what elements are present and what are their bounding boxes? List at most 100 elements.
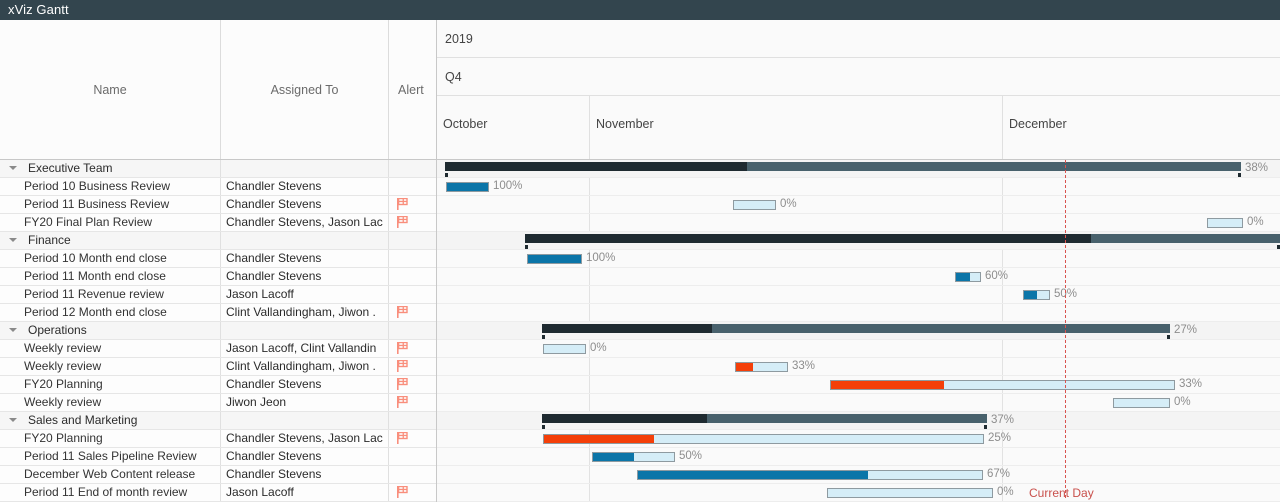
timeline-month-label: December (1009, 117, 1067, 131)
grid-task-row[interactable]: FY20 Planning Chandler Stevens, Jason Lac (0, 430, 436, 448)
summary-bar-progress (445, 162, 748, 171)
column-header-assigned-to-label: Assigned To (270, 82, 339, 97)
cell-assigned-to: Chandler Stevens (221, 376, 389, 393)
progress-label: 33% (792, 360, 816, 372)
grid-task-row[interactable]: FY20 Planning Chandler Stevens (0, 376, 436, 394)
timeline-task-row: 33% (437, 358, 1280, 376)
summary-bar[interactable] (542, 414, 987, 429)
grid-task-row[interactable]: Period 11 Month end close Chandler Steven… (0, 268, 436, 286)
summary-bar[interactable] (542, 324, 1170, 339)
timeline-month-november: November (589, 96, 1002, 159)
cell-alert (389, 322, 437, 339)
grid-group-row[interactable]: Operations (0, 322, 436, 340)
alert-flag-icon[interactable] (397, 395, 408, 408)
progress-label: 67% (987, 468, 1011, 480)
cell-assigned-to: Chandler Stevens (221, 196, 389, 213)
timeline-task-row (437, 304, 1280, 322)
grid-task-row[interactable]: Period 10 Month end close Chandler Steven… (0, 250, 436, 268)
cell-alert (389, 430, 437, 447)
grid-task-row[interactable]: December Web Content release Chandler Ste… (0, 466, 436, 484)
timeline-task-row: 25% (437, 430, 1280, 448)
progress-label: 33% (1179, 378, 1203, 390)
cell-assigned-to (221, 160, 389, 177)
cell-assigned-to: Chandler Stevens (221, 268, 389, 285)
grid-task-row[interactable]: Period 12 Month end close Clint Vallandin… (0, 304, 436, 322)
alert-flag-icon[interactable] (397, 359, 408, 372)
task-bar[interactable] (543, 344, 586, 354)
summary-bar-cap-left (525, 245, 528, 249)
task-bar[interactable] (1207, 218, 1243, 228)
cell-name: Period 10 Month end close (0, 250, 221, 267)
task-bar[interactable] (527, 254, 582, 264)
progress-label: 25% (988, 432, 1012, 444)
grid-task-row[interactable]: Period 11 Sales Pipeline Review Chandler … (0, 448, 436, 466)
cell-assigned-to: Clint Vallandingham, Jiwon . (221, 304, 389, 321)
grid-task-row[interactable]: Period 10 Business Review Chandler Steven… (0, 178, 436, 196)
column-header-name[interactable]: Name (0, 20, 221, 159)
cell-alert (389, 286, 437, 303)
timeline-month-october: October (437, 96, 589, 159)
timeline-task-row: 50% (437, 286, 1280, 304)
task-bar[interactable] (733, 200, 776, 210)
timeline-task-row: 50% (437, 448, 1280, 466)
task-bar[interactable] (1113, 398, 1170, 408)
alert-flag-icon[interactable] (397, 377, 408, 390)
task-bar-progress (956, 273, 971, 281)
grid-task-row[interactable]: Period 11 Business Review Chandler Steven… (0, 196, 436, 214)
task-bar[interactable] (637, 470, 983, 480)
gantt-chart: Name Assigned To Alert Executive Team Per… (0, 20, 1280, 502)
summary-bar-cap-right (1167, 335, 1170, 339)
task-bar[interactable] (830, 380, 1175, 390)
cell-assigned-to: Chandler Stevens, Jason Lac (221, 214, 389, 231)
cell-assigned-to: Jason Lacoff (221, 286, 389, 303)
task-bar[interactable] (446, 182, 489, 192)
cell-name: Period 11 Business Review (0, 196, 221, 213)
progress-label: 100% (586, 252, 616, 264)
summary-bar-cap-left (542, 425, 545, 429)
alert-flag-icon[interactable] (397, 485, 408, 498)
task-bar[interactable] (592, 452, 675, 462)
grid-task-row[interactable]: Period 11 End of month review Jason Lacof… (0, 484, 436, 502)
task-bar-progress (447, 183, 488, 191)
grid-task-row[interactable]: Weekly review Jiwon Jeon (0, 394, 436, 412)
grid-task-row[interactable]: FY20 Final Plan Review Chandler Stevens, … (0, 214, 436, 232)
summary-bar[interactable] (525, 234, 1280, 249)
grid-task-row[interactable]: Period 11 Revenue review Jason Lacoff (0, 286, 436, 304)
progress-label: 0% (780, 198, 797, 210)
grid-group-row[interactable]: Executive Team (0, 160, 436, 178)
task-bar-progress-late (736, 363, 753, 371)
cell-alert (389, 358, 437, 375)
summary-bar-cap-left (542, 335, 545, 339)
timeline-group-row (437, 232, 1280, 250)
timeline-group-row: 38% (437, 160, 1280, 178)
progress-label: 0% (590, 342, 607, 354)
summary-bar-cap-right (984, 425, 987, 429)
cell-alert (389, 178, 437, 195)
cell-alert (389, 214, 437, 231)
timeline-header: 2019 Q4 October November December (437, 20, 1280, 160)
task-bar[interactable] (543, 434, 984, 444)
grid-group-row[interactable]: Sales and Marketing (0, 412, 436, 430)
timeline-task-row: 67% (437, 466, 1280, 484)
summary-bar[interactable] (445, 162, 1241, 177)
window-title-bar: xViz Gantt (0, 0, 1280, 20)
task-bar[interactable] (735, 362, 788, 372)
task-bar[interactable] (955, 272, 981, 282)
cell-name: December Web Content release (0, 466, 221, 483)
alert-flag-icon[interactable] (397, 215, 408, 228)
alert-flag-icon[interactable] (397, 305, 408, 318)
alert-flag-icon[interactable] (397, 197, 408, 210)
column-header-alert[interactable]: Alert (389, 20, 437, 159)
cell-assigned-to: Chandler Stevens, Jason Lac (221, 430, 389, 447)
timeline-year: 2019 (437, 20, 1280, 58)
task-bar[interactable] (827, 488, 993, 498)
timeline-quarter: Q4 (437, 58, 1280, 96)
column-header-assigned-to[interactable]: Assigned To (221, 20, 389, 159)
alert-flag-icon[interactable] (397, 341, 408, 354)
grid-group-row[interactable]: Finance (0, 232, 436, 250)
grid-task-row[interactable]: Weekly review Clint Vallandingham, Jiwon … (0, 358, 436, 376)
grid-task-row[interactable]: Weekly review Jason Lacoff, Clint Valland… (0, 340, 436, 358)
cell-assigned-to: Jason Lacoff (221, 484, 389, 501)
task-bar[interactable] (1023, 290, 1050, 300)
alert-flag-icon[interactable] (397, 431, 408, 444)
